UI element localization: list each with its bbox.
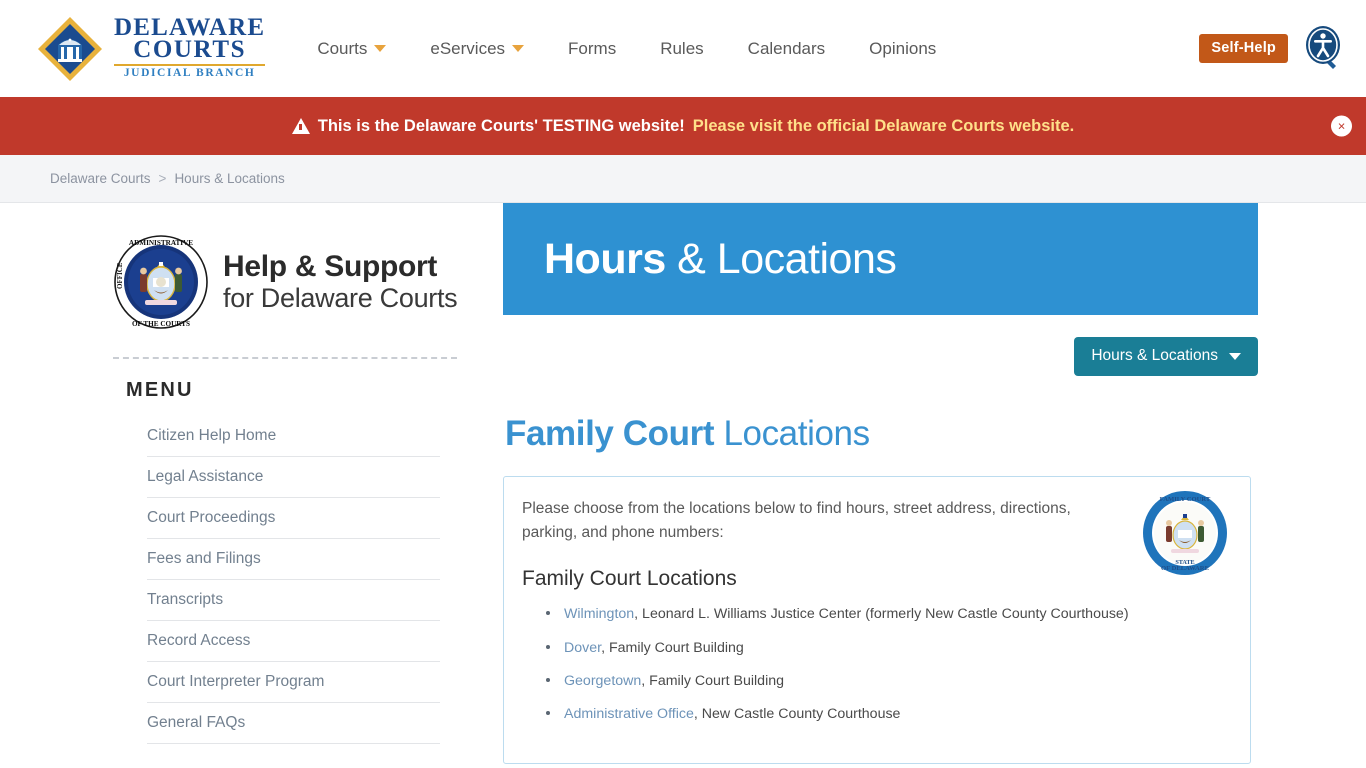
administrative-office-of-the-courts-seal: ADMINISTRATIVE OF THE COURTS OFFICE [113, 234, 209, 330]
self-help-button[interactable]: Self-Help [1199, 34, 1288, 63]
sidebar-item-court-interpreter-program[interactable]: Court Interpreter Program [147, 662, 440, 702]
help-support-subtitle: for Delaware Courts [223, 283, 458, 314]
card-intro-text: Please choose from the locations below t… [522, 500, 1071, 541]
chevron-down-icon [512, 45, 525, 52]
alert-text-link[interactable]: Please visit the official Delaware Court… [693, 117, 1074, 136]
hero-actions: Hours & Locations [503, 315, 1258, 376]
main-navigation: Courts eServices Forms Rules Calendars O… [295, 31, 958, 67]
site-logo[interactable]: DELAWARE COURTS JUDICIAL BRANCH [36, 15, 266, 83]
sidebar-item-legal-assistance[interactable]: Legal Assistance [147, 457, 440, 497]
svg-text:OF DELAWARE: OF DELAWARE [1161, 565, 1210, 572]
list-item: Record Access [147, 621, 440, 662]
testing-site-alert-banner: This is the Delaware Courts' TESTING web… [0, 97, 1366, 155]
nav-item-courts[interactable]: Courts [295, 31, 408, 67]
nav-item-label: eServices [430, 38, 506, 58]
sidebar-item-transcripts[interactable]: Transcripts [147, 580, 440, 620]
sidebar-item-court-proceedings[interactable]: Court Proceedings [147, 498, 440, 538]
warning-triangle-icon [291, 118, 310, 134]
nav-item-calendars[interactable]: Calendars [726, 31, 848, 67]
family-court-state-of-delaware-seal: FAMILY COURT OF DELAWARE STATE [1142, 490, 1228, 576]
help-support-logo: ADMINISTRATIVE OF THE COURTS OFFICE Help… [0, 221, 503, 343]
section-title-bold: Family Court [505, 414, 715, 453]
location-description: , Leonard L. Williams Justice Center (fo… [634, 606, 1129, 623]
breadcrumb: Delaware Courts > Hours & Locations [0, 155, 1366, 203]
brand-line-2: COURTS [133, 36, 247, 64]
svg-text:FAMILY COURT: FAMILY COURT [1160, 496, 1211, 503]
sidebar: ADMINISTRATIVE OF THE COURTS OFFICE Help… [0, 203, 503, 767]
header-actions: Self-Help [1199, 25, 1346, 73]
list-item: Wilmington, Leonard L. Williams Justice … [546, 605, 1226, 638]
chevron-down-icon [374, 45, 387, 52]
list-item: Transcripts [147, 580, 440, 621]
list-item: Dover, Family Court Building [546, 639, 1226, 672]
locations-list: Wilmington, Leonard L. Williams Justice … [546, 605, 1226, 739]
nav-item-label: Courts [317, 38, 368, 58]
svg-text:OF THE COURTS: OF THE COURTS [132, 320, 190, 328]
nav-item-rules[interactable]: Rules [638, 31, 725, 67]
list-item: Legal Assistance [147, 457, 440, 498]
location-link-wilmington[interactable]: Wilmington [564, 606, 634, 622]
list-item: Georgetown, Family Court Building [546, 672, 1226, 705]
accessibility-magnifier-icon[interactable] [1302, 25, 1346, 73]
nav-item-label: Calendars [747, 38, 826, 58]
nav-item-label: Rules [660, 38, 704, 58]
list-item: Court Interpreter Program [147, 662, 440, 703]
svg-text:OFFICE: OFFICE [116, 262, 124, 289]
alert-message: This is the Delaware Courts' TESTING web… [291, 116, 1074, 136]
sidebar-menu: Citizen Help Home Legal Assistance Court… [147, 416, 440, 744]
nav-item-label: Forms [568, 38, 617, 58]
svg-text:STATE: STATE [1175, 559, 1194, 566]
brand-line-3: JUDICIAL BRANCH [123, 67, 256, 80]
nav-item-eservices[interactable]: eServices [408, 31, 546, 67]
hours-locations-dropdown-button[interactable]: Hours & Locations [1074, 337, 1258, 376]
card-subheading: Family Court Locations [522, 567, 737, 591]
section-title: Family Court Locations [503, 376, 1366, 454]
location-link-georgetown[interactable]: Georgetown [564, 673, 641, 689]
page-title: Hours & Locations [544, 234, 897, 284]
main-content: Hours & Locations Hours & Locations Fami… [503, 203, 1366, 767]
nav-item-forms[interactable]: Forms [546, 31, 638, 67]
list-item: General FAQs [147, 703, 440, 744]
sidebar-item-record-access[interactable]: Record Access [147, 621, 440, 661]
page-hero: Hours & Locations [503, 203, 1258, 315]
list-item: Administrative Office, New Castle County… [546, 705, 1226, 738]
breadcrumb-current: Hours & Locations [174, 171, 285, 186]
close-icon[interactable]: × [1331, 115, 1352, 137]
list-item: Court Proceedings [147, 498, 440, 539]
location-description: , Family Court Building [641, 673, 785, 689]
sidebar-item-fees-and-filings[interactable]: Fees and Filings [147, 539, 440, 579]
locations-card: FAMILY COURT OF DELAWARE STATE Please ch… [503, 476, 1251, 764]
svg-text:ADMINISTRATIVE: ADMINISTRATIVE [129, 239, 193, 247]
site-header: DELAWARE COURTS JUDICIAL BRANCH Courts e… [0, 0, 1366, 97]
brand-divider [114, 64, 266, 67]
sidebar-item-citizen-help-home[interactable]: Citizen Help Home [147, 416, 440, 456]
alert-text-primary: This is the Delaware Courts' TESTING web… [317, 116, 685, 135]
delaware-courts-diamond-logo [36, 15, 104, 83]
breadcrumb-separator: > [158, 171, 167, 186]
sidebar-item-general-faqs[interactable]: General FAQs [147, 703, 440, 743]
menu-heading: MENU [126, 379, 194, 401]
page-body: ADMINISTRATIVE OF THE COURTS OFFICE Help… [0, 203, 1366, 767]
section-title-light: Locations [714, 414, 870, 453]
list-item: Fees and Filings [147, 539, 440, 580]
help-support-title: Help & Support [223, 249, 438, 283]
dropdown-label: Hours & Locations [1091, 347, 1218, 364]
location-description: , Family Court Building [601, 639, 744, 656]
breadcrumb-home[interactable]: Delaware Courts [50, 171, 151, 186]
location-link-administrative-office[interactable]: Administrative Office [564, 706, 694, 722]
location-link-dover[interactable]: Dover [564, 640, 601, 656]
page-title-light: & Locations [665, 234, 897, 283]
location-description: , New Castle County Courthouse [693, 706, 901, 723]
nav-item-label: Opinions [869, 38, 937, 58]
list-item: Citizen Help Home [147, 416, 440, 457]
nav-item-opinions[interactable]: Opinions [847, 31, 958, 67]
page-title-bold: Hours [544, 234, 666, 283]
chevron-down-icon [1229, 352, 1241, 360]
